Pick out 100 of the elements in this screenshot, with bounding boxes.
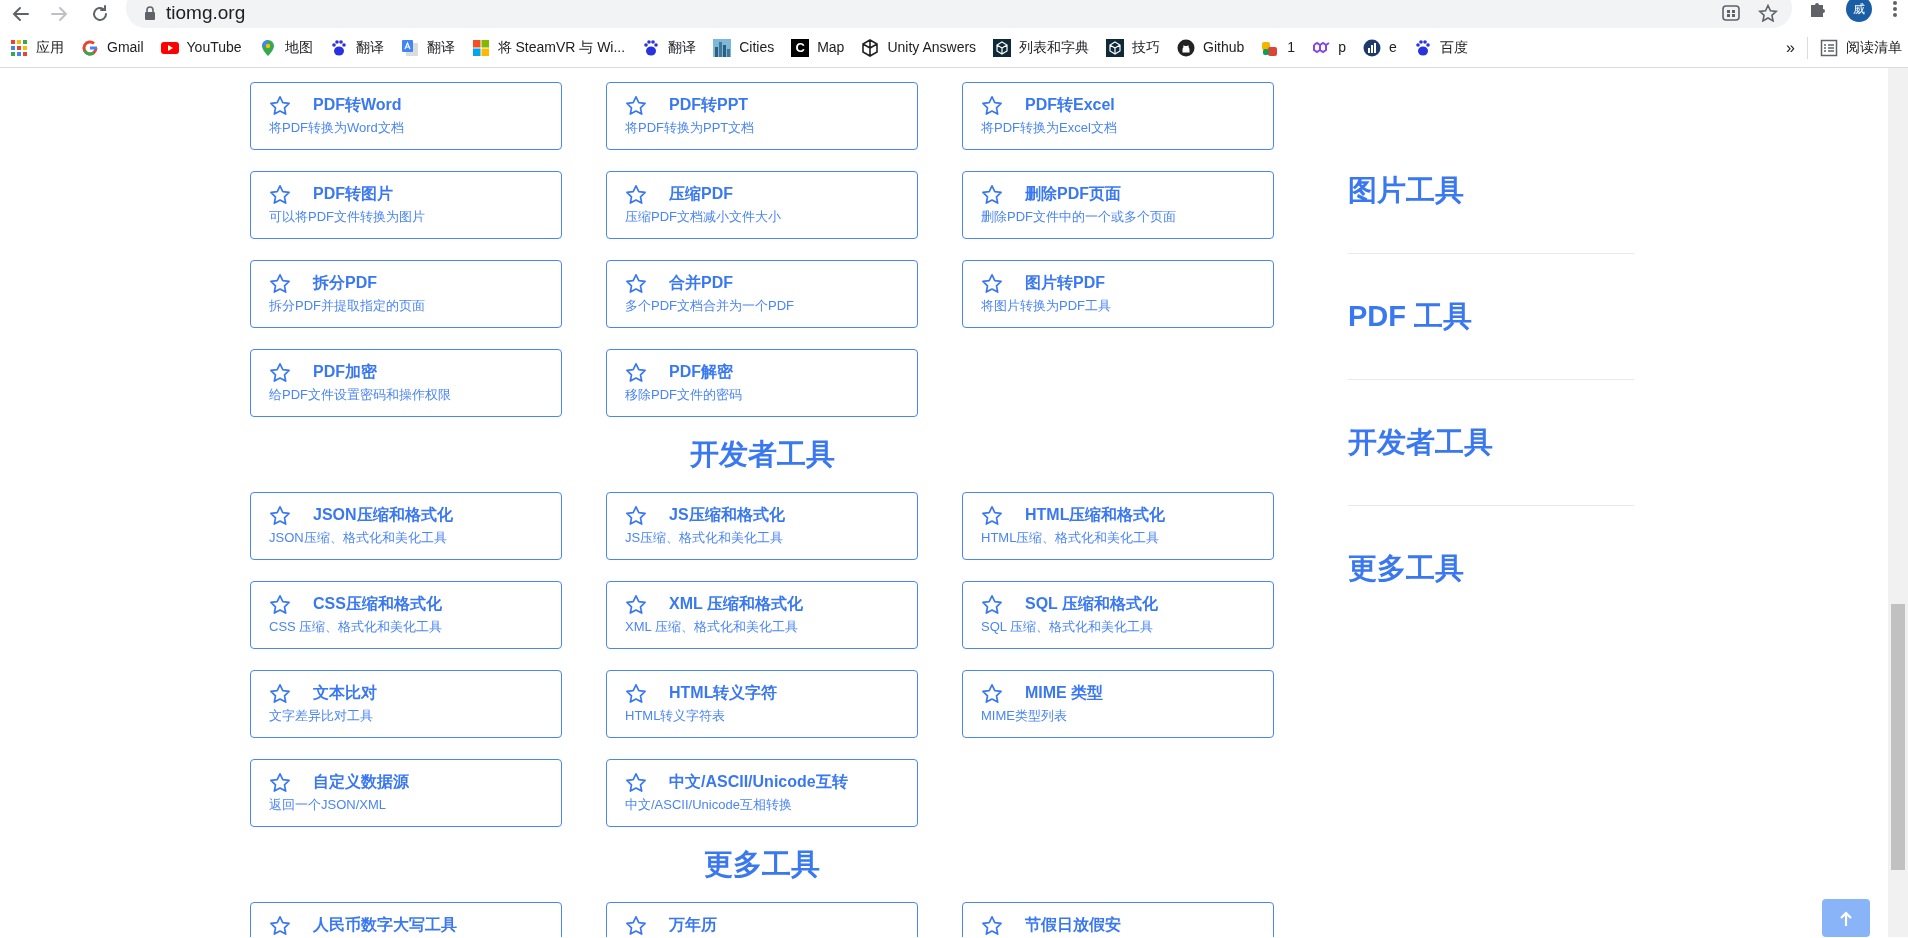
sidebar-link[interactable]: 开发者工具: [1348, 380, 1634, 506]
menu-icon[interactable]: [1892, 0, 1898, 18]
tool-card[interactable]: 压缩PDF 压缩PDF文档减小文件大小: [606, 171, 918, 239]
tool-card[interactable]: 文本比对 文字差异比对工具: [250, 670, 562, 738]
tool-title: HTML转义字符: [669, 683, 778, 703]
star-icon[interactable]: [625, 771, 647, 793]
tool-card[interactable]: 人民币数字大写工具: [250, 902, 562, 937]
bookmark[interactable]: Github: [1177, 37, 1245, 58]
star-icon[interactable]: [269, 504, 291, 526]
star-icon[interactable]: [981, 183, 1003, 205]
tool-card[interactable]: PDF解密 移除PDF文件的密码: [606, 349, 918, 417]
bookmark[interactable]: 地图: [258, 37, 313, 58]
bookmark[interactable]: 翻译: [642, 37, 697, 58]
tool-description: HTML压缩、格式化和美化工具: [981, 529, 1161, 547]
star-icon[interactable]: [269, 272, 291, 294]
bookmark[interactable]: 列表和字典: [993, 37, 1090, 58]
reading-list-button[interactable]: 阅读清单: [1820, 37, 1902, 58]
star-icon[interactable]: [625, 94, 647, 116]
back-to-top-button[interactable]: [1822, 899, 1870, 937]
bookmark[interactable]: 1: [1261, 37, 1296, 58]
star-icon[interactable]: [269, 94, 291, 116]
tool-card[interactable]: CSS压缩和格式化 CSS 压缩、格式化和美化工具: [250, 581, 562, 649]
star-icon[interactable]: [269, 682, 291, 704]
tool-card[interactable]: PDF转PPT 将PDF转换为PPT文档: [606, 82, 918, 150]
star-icon[interactable]: [625, 272, 647, 294]
tool-card[interactable]: 合并PDF 多个PDF文档合并为一个PDF: [606, 260, 918, 328]
star-icon[interactable]: [981, 94, 1003, 116]
bookmark[interactable]: 翻译: [329, 37, 384, 58]
star-icon[interactable]: [981, 593, 1003, 615]
tool-title: 拆分PDF: [313, 273, 377, 293]
tool-description: 将PDF转换为PPT文档: [625, 119, 756, 137]
tool-card[interactable]: PDF加密 给PDF文件设置密码和操作权限: [250, 349, 562, 417]
scrollbar-thumb[interactable]: [1891, 604, 1905, 870]
bookmark[interactable]: e: [1362, 37, 1397, 58]
tool-card[interactable]: PDF转Excel 将PDF转换为Excel文档: [962, 82, 1274, 150]
bookmark[interactable]: Cities: [713, 37, 775, 58]
bookmark[interactable]: 将 SteamVR 与 Wi...: [471, 37, 626, 58]
sidebar-link[interactable]: 图片工具: [1348, 128, 1634, 254]
address-bar[interactable]: tiomg.org: [126, 0, 1792, 28]
windows-icon: [471, 38, 490, 57]
star-icon[interactable]: [269, 771, 291, 793]
tool-card[interactable]: MIME 类型 MIME类型列表: [962, 670, 1274, 738]
star-icon[interactable]: [269, 361, 291, 383]
tool-title: PDF转Excel: [1025, 95, 1115, 115]
star-icon[interactable]: [981, 914, 1003, 936]
reload-icon[interactable]: [90, 4, 110, 24]
puzzle-icon[interactable]: [1808, 0, 1828, 19]
back-icon[interactable]: [10, 4, 30, 24]
bookmark[interactable]: Unity Answers: [861, 37, 977, 58]
bookmark[interactable]: C Map: [791, 37, 845, 58]
profile-avatar[interactable]: 威: [1846, 0, 1872, 22]
star-icon[interactable]: [625, 682, 647, 704]
tool-card[interactable]: 节假日放假安: [962, 902, 1274, 937]
bookmark[interactable]: 翻译: [400, 37, 455, 58]
tool-card[interactable]: PDF转Word 将PDF转换为Word文档: [250, 82, 562, 150]
tool-description: 拆分PDF并提取指定的页面: [269, 297, 426, 315]
bookmark[interactable]: p: [1312, 37, 1346, 58]
bookmark[interactable]: 应用: [10, 37, 64, 58]
tool-card[interactable]: 万年历: [606, 902, 918, 937]
star-icon[interactable]: [625, 504, 647, 526]
star-icon[interactable]: [269, 593, 291, 615]
bookmark[interactable]: YouTube: [160, 37, 242, 58]
tool-title: 人民币数字大写工具: [313, 915, 457, 935]
tool-description: 删除PDF文件中的一个或多个页面: [981, 208, 1177, 226]
section-heading: 开发者工具: [688, 437, 836, 472]
star-icon[interactable]: [625, 593, 647, 615]
star-icon[interactable]: [981, 504, 1003, 526]
tool-card[interactable]: JSON压缩和格式化 JSON压缩、格式化和美化工具: [250, 492, 562, 560]
sidebar-link[interactable]: PDF 工具: [1348, 254, 1634, 380]
more-bookmarks-button[interactable]: »: [1786, 35, 1795, 60]
star-icon[interactable]: [625, 361, 647, 383]
tool-card[interactable]: SQL 压缩和格式化 SQL 压缩、格式化和美化工具: [962, 581, 1274, 649]
star-icon[interactable]: [269, 183, 291, 205]
tool-card[interactable]: 中文/ASCII/Unicode互转 中文/ASCII/Unicode互相转换: [606, 759, 918, 827]
tool-card[interactable]: 删除PDF页面 删除PDF文件中的一个或多个页面: [962, 171, 1274, 239]
tool-card[interactable]: XML 压缩和格式化 XML 压缩、格式化和美化工具: [606, 581, 918, 649]
tool-card[interactable]: HTML压缩和格式化 HTML压缩、格式化和美化工具: [962, 492, 1274, 560]
up-arrow-icon: [1839, 911, 1853, 927]
tool-title: PDF解密: [669, 362, 733, 382]
cube-icon: [1106, 38, 1125, 57]
bookmark[interactable]: 技巧: [1106, 37, 1161, 58]
tool-card[interactable]: 拆分PDF 拆分PDF并提取指定的页面: [250, 260, 562, 328]
extensions-grid-icon[interactable]: [1722, 5, 1740, 21]
tool-card[interactable]: HTML转义字符 HTML转义字符表: [606, 670, 918, 738]
tool-card[interactable]: PDF转图片 可以将PDF文件转换为图片: [250, 171, 562, 239]
tool-title: XML 压缩和格式化: [669, 594, 803, 614]
bookmark-star-icon[interactable]: [1758, 4, 1778, 22]
tool-card[interactable]: JS压缩和格式化 JS压缩、格式化和美化工具: [606, 492, 918, 560]
scrollbar[interactable]: [1888, 68, 1908, 937]
star-icon[interactable]: [981, 682, 1003, 704]
star-icon[interactable]: [625, 183, 647, 205]
star-icon[interactable]: [625, 914, 647, 936]
tool-card[interactable]: 图片转PDF 将图片转换为PDF工具: [962, 260, 1274, 328]
bookmark[interactable]: Gmail: [81, 37, 144, 58]
star-icon[interactable]: [269, 914, 291, 936]
bookmark[interactable]: 百度: [1413, 37, 1468, 58]
star-icon[interactable]: [981, 272, 1003, 294]
tool-card[interactable]: 自定义数据源 返回一个JSON/XML: [250, 759, 562, 827]
sidebar-link[interactable]: 更多工具: [1348, 506, 1634, 632]
cube-icon: [993, 38, 1012, 57]
